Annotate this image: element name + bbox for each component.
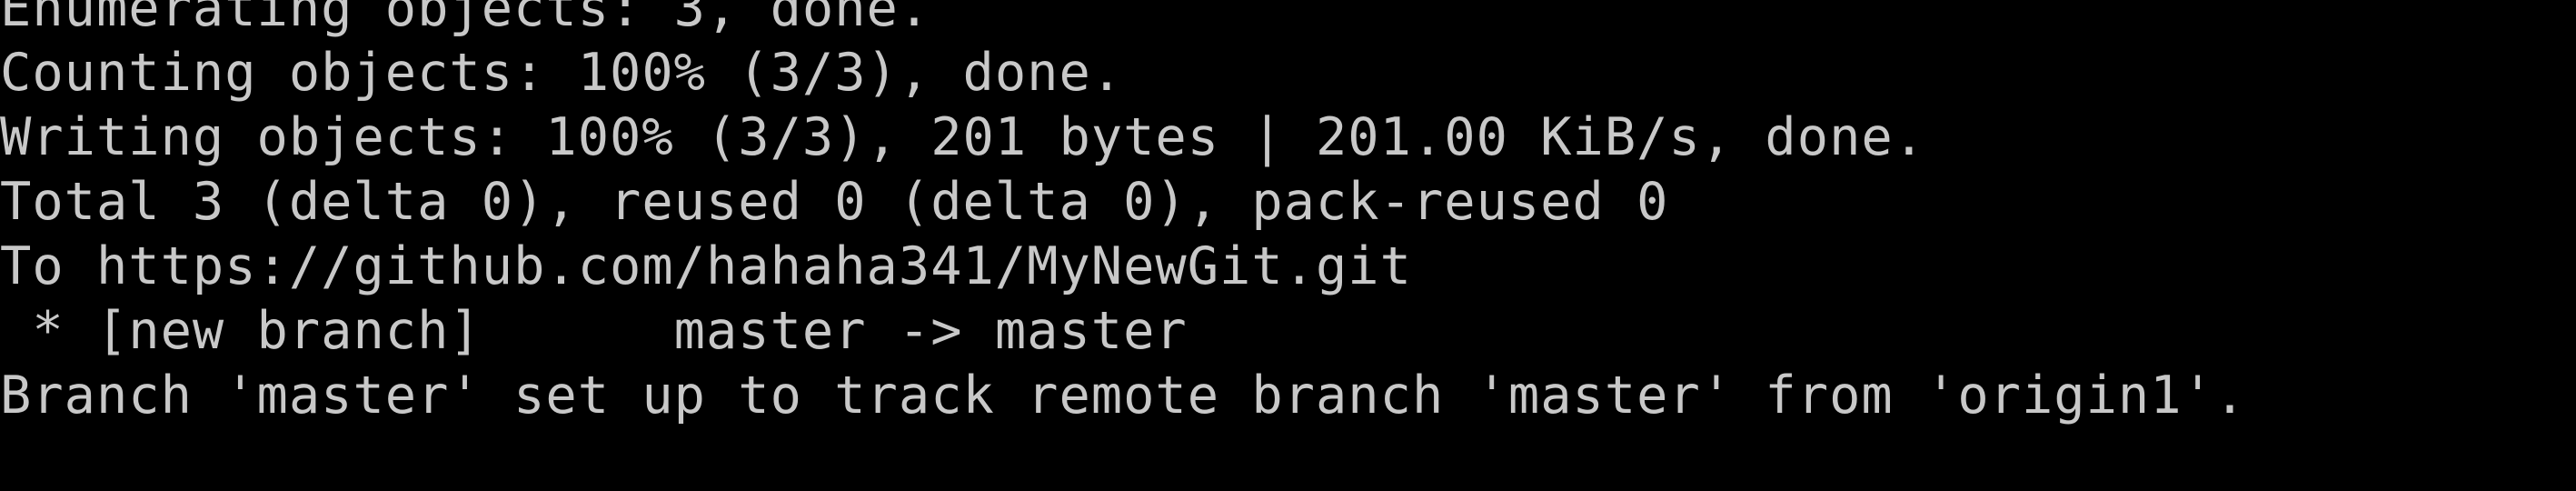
terminal-line-remote-url: To https://github.com/hahaha341/MyNewGit… (0, 236, 1412, 296)
terminal-line-writing: Writing objects: 100% (3/3), 201 bytes |… (0, 107, 1926, 167)
terminal-window[interactable]: Enumerating objects: 3, done. Counting o… (0, 0, 2576, 491)
terminal-line-enumerating: Enumerating objects: 3, done. (0, 0, 931, 38)
terminal-line-total: Total 3 (delta 0), reused 0 (delta 0), p… (0, 172, 1669, 232)
terminal-line-counting: Counting objects: 100% (3/3), done. (0, 43, 1124, 103)
terminal-line-new-branch: * [new branch] master -> master (0, 301, 1188, 361)
terminal-line-tracking: Branch 'master' set up to track remote b… (0, 366, 2247, 426)
